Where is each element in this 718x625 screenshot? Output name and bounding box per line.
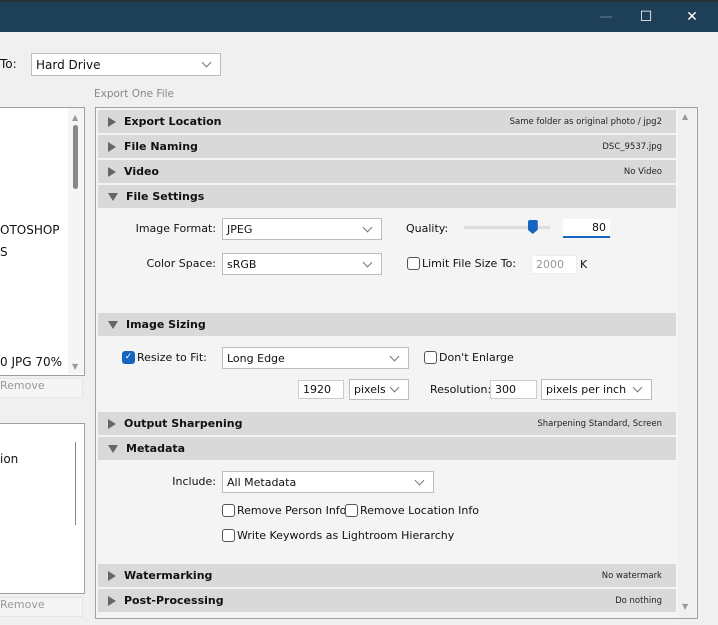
include-value: All Metadata [227, 475, 297, 489]
include-select[interactable]: All Metadata [222, 471, 434, 493]
section-video[interactable]: Video No Video [98, 160, 676, 183]
dont-enlarge-checkbox[interactable] [424, 351, 437, 364]
section-post-processing[interactable]: Post-Processing Do nothing [98, 589, 676, 612]
dont-enlarge-label: Don't Enlarge [439, 351, 514, 364]
image-format-label: Image Format: [135, 222, 216, 235]
color-space-label: Color Space: [146, 257, 216, 270]
resize-mode-value: Long Edge [227, 351, 285, 365]
color-space-select[interactable]: sRGB [222, 253, 382, 275]
limit-file-size-label: Limit File Size To: [422, 257, 517, 270]
remove-location-checkbox[interactable] [345, 504, 358, 517]
resize-to-fit-checkbox[interactable]: ✓ [122, 351, 135, 364]
chevron-down-icon [362, 257, 373, 267]
collapse-icon [108, 320, 118, 329]
section-summary: Same folder as original photo / jpg2 [509, 116, 662, 127]
section-output-sharpening[interactable]: Output Sharpening Sharpening Standard, Sc… [98, 412, 676, 435]
section-title: Export Location [124, 115, 222, 128]
list-item[interactable]: S [0, 245, 8, 259]
export-to-select[interactable]: Hard Drive [31, 53, 221, 76]
expand-icon [108, 166, 116, 177]
section-title: Video [124, 165, 159, 178]
resolution-unit-select[interactable]: pixels per inch [541, 379, 652, 400]
remove-person-label: Remove Person Info [237, 504, 347, 517]
section-summary: No watermark [601, 570, 662, 581]
section-image-sizing[interactable]: Image Sizing [98, 313, 676, 336]
expand-icon [108, 141, 116, 152]
chevron-down-icon [362, 222, 373, 232]
quality-input[interactable]: 80 [563, 219, 610, 238]
section-title: Image Sizing [126, 318, 206, 331]
size-input[interactable]: 1920 [298, 380, 344, 399]
section-summary: Do nothing [615, 595, 662, 606]
section-title: File Naming [124, 140, 198, 153]
remove-plugin-button[interactable]: Remove [0, 597, 83, 617]
section-title: Watermarking [124, 569, 213, 582]
quality-label: Quality: [406, 222, 449, 235]
scroll-up-icon[interactable]: ▲ [682, 112, 688, 121]
image-format-select[interactable]: JPEG [222, 218, 382, 240]
maximize-button[interactable]: ☐ [623, 2, 669, 32]
limit-unit: K [580, 258, 588, 271]
limit-file-size-input[interactable]: 2000 [531, 255, 577, 274]
chevron-down-icon [632, 382, 643, 393]
plugin-list[interactable] [0, 423, 85, 594]
close-button[interactable]: ✕ [669, 2, 715, 32]
remove-preset-button[interactable]: Remove [0, 378, 83, 398]
settings-scrollbar[interactable] [678, 108, 696, 618]
section-file-settings[interactable]: File Settings [98, 185, 676, 208]
scroll-up-icon[interactable]: ▲ [72, 113, 78, 122]
export-to-value: Hard Drive [36, 57, 101, 72]
size-unit-value: pixels [354, 383, 386, 396]
write-keywords-checkbox[interactable] [222, 529, 235, 542]
expand-icon [108, 570, 116, 581]
chevron-down-icon [201, 57, 212, 68]
section-export-location[interactable]: Export Location Same folder as original p… [98, 110, 676, 133]
scrollbar-thumb[interactable] [73, 125, 78, 189]
section-summary: No Video [623, 166, 662, 177]
limit-file-size-checkbox[interactable] [407, 257, 420, 270]
section-title: Metadata [126, 442, 186, 455]
write-keywords-label: Write Keywords as Lightroom Hierarchy [237, 529, 455, 542]
expand-icon [108, 595, 116, 606]
preset-name: Export One File [94, 88, 174, 100]
size-unit-select[interactable]: pixels [349, 379, 409, 400]
resize-to-fit-label: Resize to Fit: [137, 351, 207, 364]
expand-icon [108, 418, 116, 429]
scroll-down-icon[interactable]: ▼ [72, 362, 78, 371]
image-format-value: JPEG [227, 222, 253, 236]
list-item[interactable]: ion [0, 452, 18, 466]
color-space-value: sRGB [227, 257, 257, 271]
collapse-icon [108, 192, 118, 201]
chevron-down-icon [389, 382, 400, 393]
remove-person-checkbox[interactable] [222, 504, 235, 517]
plugin-scrollbar[interactable] [75, 442, 76, 525]
resolution-unit-value: pixels per inch [546, 383, 627, 396]
export-to-label: To: [0, 57, 17, 71]
section-title: Output Sharpening [124, 417, 243, 430]
resolution-input[interactable]: 300 [490, 380, 537, 399]
chevron-down-icon [389, 351, 400, 361]
resize-mode-select[interactable]: Long Edge [222, 347, 409, 369]
collapse-icon [108, 444, 118, 453]
section-summary: Sharpening Standard, Screen [537, 418, 662, 429]
section-title: Post-Processing [124, 594, 224, 607]
section-summary: DSC_9537.jpg [602, 141, 662, 152]
resolution-label: Resolution: [430, 383, 492, 396]
section-title: File Settings [126, 190, 205, 203]
section-watermarking[interactable]: Watermarking No watermark [98, 564, 676, 587]
section-file-naming[interactable]: File Naming DSC_9537.jpg [98, 135, 676, 158]
list-item[interactable]: OTOSHOP [0, 223, 60, 237]
scroll-down-icon[interactable]: ▼ [682, 602, 688, 611]
remove-location-label: Remove Location Info [360, 504, 479, 517]
expand-icon [108, 116, 116, 127]
section-metadata[interactable]: Metadata [98, 437, 676, 460]
list-item[interactable]: 0 JPG 70% [0, 355, 62, 369]
chevron-down-icon [414, 475, 425, 485]
include-label: Include: [172, 475, 216, 488]
